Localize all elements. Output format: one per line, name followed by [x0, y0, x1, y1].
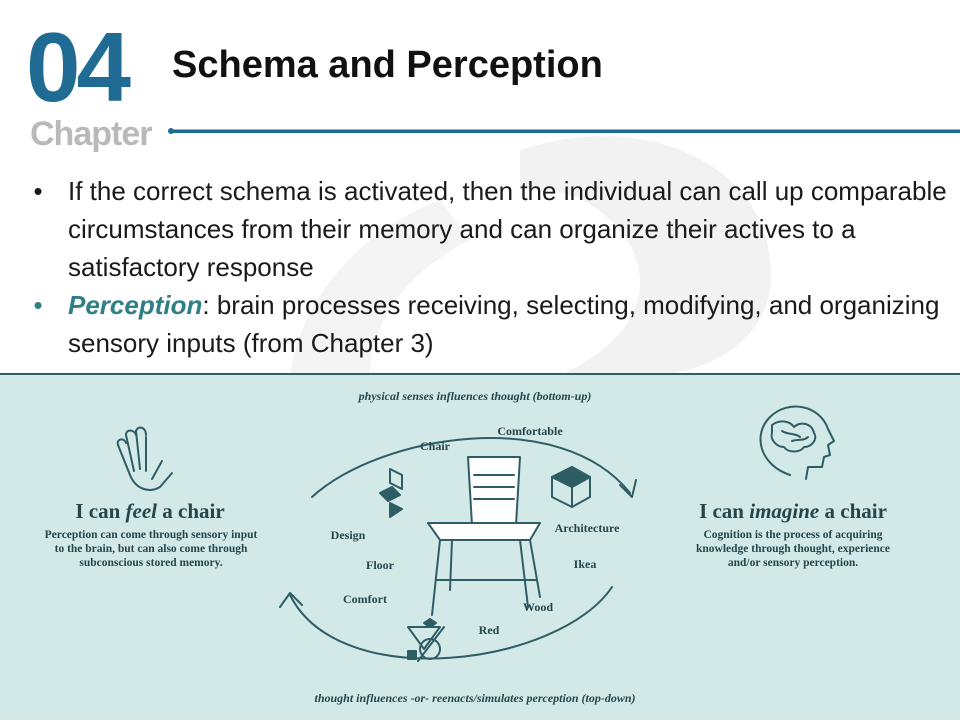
word-architecture: Architecture — [554, 521, 620, 535]
word-floor: Floor — [366, 558, 394, 572]
bottom-caption: thought influences -or- reenacts/simulat… — [314, 691, 636, 705]
chapter-number: 04 — [26, 12, 131, 122]
right-heading: I can imagine a chair — [699, 499, 887, 523]
bullet-term: Perception — [68, 290, 203, 320]
cube-icon — [551, 466, 591, 508]
bullet-item: • If the correct schema is activated, th… — [28, 172, 948, 286]
slide-title: Schema and Perception — [172, 44, 603, 86]
bottom-arrow-head — [279, 592, 303, 608]
right-description: Cognition is the process of acquiring kn… — [695, 529, 891, 569]
title-rule — [168, 128, 960, 134]
chapter-label: Chapter — [30, 115, 152, 153]
symbols-icon — [407, 618, 445, 662]
bullet-text: If the correct schema is activated, then… — [68, 176, 947, 282]
word-design: Design — [330, 528, 366, 542]
word-comfortable: Comfortable — [497, 424, 563, 438]
word-comfort: Comfort — [343, 592, 387, 606]
bullet-dot: • — [33, 290, 43, 320]
left-heading: I can feel a chair — [75, 499, 225, 523]
brain-head-icon — [759, 405, 835, 480]
bullet-list: • If the correct schema is activated, th… — [28, 172, 948, 362]
top-arrow-head — [619, 479, 637, 498]
chair-illustration — [427, 456, 541, 616]
word-ikea: Ikea — [573, 557, 597, 571]
word-chair: Chair — [420, 439, 450, 453]
hand-icon — [116, 426, 173, 491]
top-caption: physical senses influences thought (bott… — [358, 389, 592, 403]
bullet-item: • Perception: brain processes receiving,… — [28, 286, 948, 362]
design-shapes-icon — [379, 468, 403, 518]
perception-diagram: physical senses influences thought (bott… — [0, 373, 960, 720]
left-description: Perception can come through sensory inpu… — [44, 529, 258, 569]
word-red: Red — [478, 623, 500, 637]
bullet-dot: • — [33, 176, 43, 206]
word-wood: Wood — [522, 600, 553, 614]
